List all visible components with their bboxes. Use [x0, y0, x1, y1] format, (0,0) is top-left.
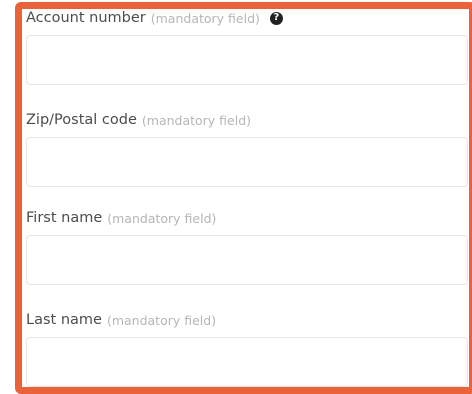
first-name-hint: (mandatory field)	[107, 210, 217, 226]
zip-postal-code-hint: (mandatory field)	[141, 112, 252, 128]
account-number-label-row: Account number (mandatory field) ?	[26, 7, 468, 29]
zip-postal-code-label-row: Zip/Postal code (mandatory field)	[26, 109, 468, 131]
last-name-input[interactable]	[26, 337, 468, 387]
account-number-hint: (mandatory field)	[150, 10, 260, 26]
first-name-label: First name	[26, 210, 103, 226]
last-name-hint: (mandatory field)	[106, 312, 217, 328]
zip-postal-code-label: Zip/Postal code	[26, 112, 137, 128]
first-name-field: First name (mandatory field)	[26, 207, 468, 285]
first-name-input[interactable]	[26, 235, 468, 285]
account-number-label: Account number	[26, 10, 146, 26]
first-name-label-row: First name (mandatory field)	[26, 207, 468, 229]
question-circle-icon[interactable]: ?	[269, 11, 283, 25]
last-name-label: Last name	[26, 312, 102, 328]
last-name-field: Last name (mandatory field)	[26, 309, 468, 387]
account-number-input[interactable]	[26, 35, 468, 85]
zip-postal-code-field: Zip/Postal code (mandatory field)	[26, 109, 468, 187]
zip-postal-code-input[interactable]	[26, 137, 468, 187]
account-number-field: Account number (mandatory field) ?	[26, 7, 468, 85]
last-name-label-row: Last name (mandatory field)	[26, 309, 468, 331]
